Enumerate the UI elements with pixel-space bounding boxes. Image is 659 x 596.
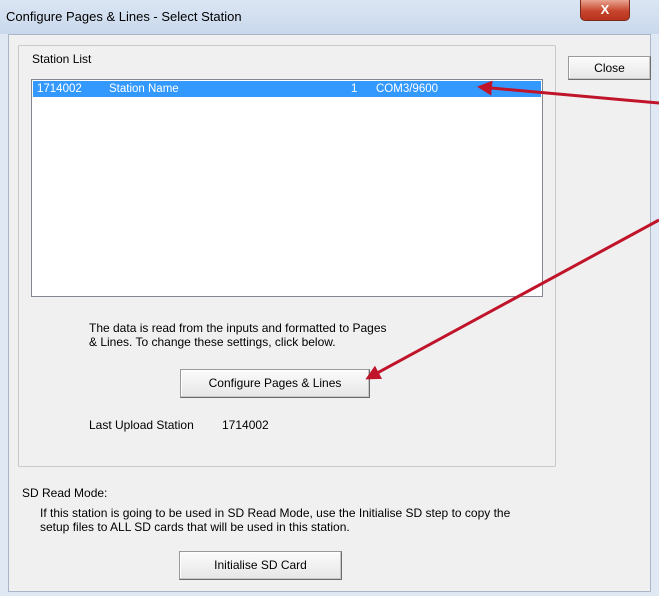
station-port: COM3/9600 (376, 83, 439, 95)
configure-pages-lines-button[interactable]: Configure Pages & Lines (180, 369, 370, 398)
sd-read-mode-heading: SD Read Mode: (22, 486, 108, 500)
initialise-sd-card-button[interactable]: Initialise SD Card (179, 551, 342, 580)
station-listbox[interactable]: 1714002 Station Name 1 COM3/9600 (31, 79, 543, 297)
close-button[interactable]: Close (568, 56, 651, 80)
configure-description: The data is read from the inputs and for… (89, 321, 387, 349)
dialog-window: Configure Pages & Lines - Select Station… (0, 0, 659, 596)
sd-description: If this station is going to be used in S… (40, 506, 511, 534)
window-close-button[interactable]: X (580, 0, 630, 21)
window-title: Configure Pages & Lines - Select Station (6, 9, 242, 24)
station-number: 1 (351, 83, 358, 95)
station-id: 1714002 (37, 83, 82, 95)
station-name: Station Name (109, 83, 179, 95)
station-list-label: Station List (30, 52, 94, 66)
last-upload-label: Last Upload Station (89, 418, 194, 432)
title-bar[interactable]: Configure Pages & Lines - Select Station… (0, 0, 659, 34)
last-upload-value: 1714002 (222, 418, 269, 432)
station-row-selected[interactable]: 1714002 Station Name 1 COM3/9600 (32, 80, 542, 98)
